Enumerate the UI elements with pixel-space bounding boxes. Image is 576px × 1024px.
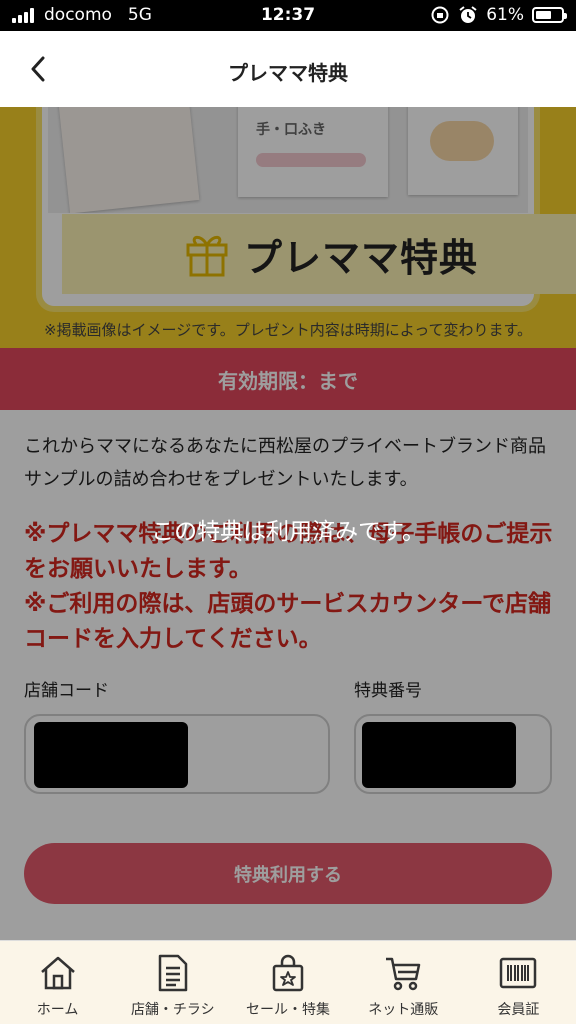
page-title: プレママ特典 [228, 61, 348, 85]
tab-label: ホーム [36, 1002, 79, 1018]
nav-header: プレママ特典 [0, 31, 576, 107]
tab-label: ネット通販 [368, 1002, 439, 1018]
home-icon [38, 953, 78, 993]
cart-icon [383, 953, 423, 993]
barcode-card-icon [498, 953, 538, 993]
alarm-icon [459, 6, 477, 23]
tab-bar: ホーム 店舗・チラシ セール・特集 ネット通販 会員証 [0, 940, 576, 1024]
tab-online-shop[interactable]: ネット通販 [346, 941, 461, 1024]
tab-label: 会員証 [497, 1002, 540, 1018]
battery-percent: 61% [486, 5, 524, 25]
tab-member-card[interactable]: 会員証 [461, 941, 576, 1024]
tab-label: 店舗・チラシ [130, 1002, 215, 1018]
battery-icon [532, 7, 567, 23]
used-message: この特典は利用済みです。 [151, 519, 425, 545]
rotation-lock-icon [431, 6, 449, 24]
status-bar: docomo 5G 12:37 61% [0, 0, 576, 31]
tab-home[interactable]: ホーム [0, 941, 115, 1024]
tab-label: セール・特集 [246, 1002, 330, 1018]
status-right: 61% [430, 5, 567, 25]
flyer-icon [153, 953, 193, 993]
shopping-bag-icon [268, 953, 308, 993]
tab-sale[interactable]: セール・特集 [230, 941, 345, 1024]
tab-flyer[interactable]: 店舗・チラシ [115, 941, 230, 1024]
